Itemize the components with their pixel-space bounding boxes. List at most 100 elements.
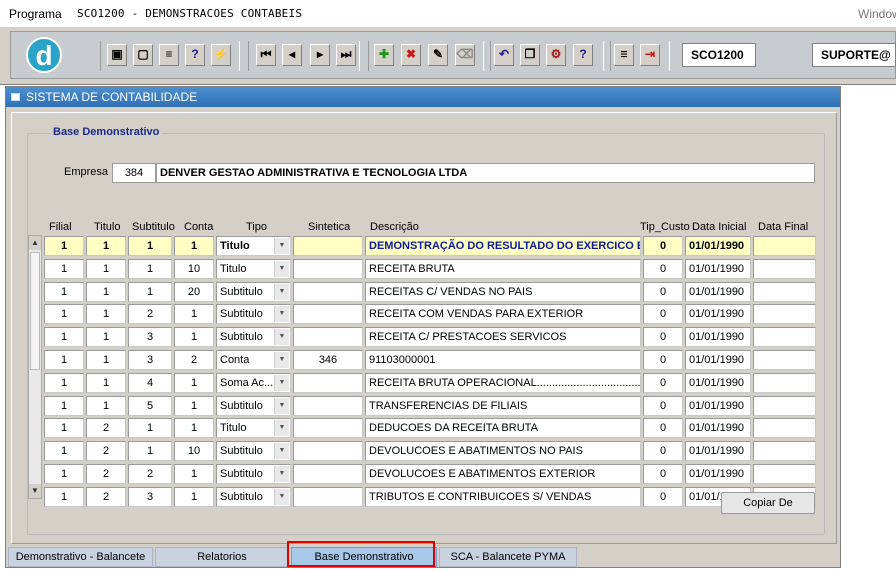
cell-titulo[interactable]: 2 [86, 464, 126, 484]
cell-tip-custo[interactable]: 0 [643, 441, 683, 462]
copiar-de-button[interactable]: Copiar De [721, 492, 815, 514]
cell-conta[interactable]: 1 [174, 236, 214, 256]
cell-descricao[interactable]: DEDUCOES DA RECEITA BRUTA [365, 418, 641, 439]
cell-filial[interactable]: 1 [44, 441, 84, 462]
exit-icon[interactable]: ⇥ [640, 44, 660, 66]
cell-data-final[interactable] [753, 327, 816, 348]
cell-conta[interactable]: 1 [174, 418, 214, 439]
cell-tip-custo[interactable]: 0 [643, 418, 683, 439]
cell-subtitulo[interactable]: 3 [128, 327, 172, 348]
cell-subtitulo[interactable]: 1 [128, 281, 172, 302]
cell-tipo[interactable]: Subtitulo ▼ [216, 304, 291, 325]
cell-data-final[interactable] [753, 304, 816, 325]
cell-subtitulo[interactable]: 4 [128, 372, 172, 393]
cell-data-inicial[interactable]: 01/01/1990 [685, 350, 751, 370]
cell-conta[interactable]: 10 [174, 441, 214, 462]
cell-sintetica[interactable] [293, 372, 363, 393]
cell-titulo[interactable]: 1 [86, 281, 126, 302]
cell-conta[interactable]: 1 [174, 464, 214, 484]
cell-data-final[interactable] [753, 236, 816, 256]
cell-filial[interactable]: 1 [44, 304, 84, 325]
cell-filial[interactable]: 1 [44, 418, 84, 439]
cell-sintetica[interactable]: 346 [293, 350, 363, 370]
cell-titulo[interactable]: 1 [86, 258, 126, 279]
cell-tip-custo[interactable]: 0 [643, 258, 683, 279]
cell-subtitulo[interactable]: 2 [128, 304, 172, 325]
tab-demonstrativo-balancete[interactable]: Demonstrativo - Balancete [8, 547, 153, 567]
execute-icon[interactable]: ⚡ [211, 44, 231, 66]
edit-icon[interactable]: ✎ [428, 44, 448, 66]
cell-tipo[interactable]: Subtitulo ▼ [216, 486, 291, 507]
cell-titulo[interactable]: 1 [86, 304, 126, 325]
cell-data-inicial[interactable]: 01/01/1990 [685, 395, 751, 416]
cell-sintetica[interactable] [293, 395, 363, 416]
cell-tip-custo[interactable]: 0 [643, 236, 683, 256]
cell-descricao[interactable]: RECEITA C/ PRESTACOES SERVICOS [365, 327, 641, 348]
cell-titulo[interactable]: 1 [86, 372, 126, 393]
dropdown-arrow-icon[interactable]: ▼ [274, 466, 289, 482]
cell-data-inicial[interactable]: 01/01/1990 [685, 327, 751, 348]
cell-filial[interactable]: 1 [44, 464, 84, 484]
cell-titulo[interactable]: 1 [86, 236, 126, 256]
cell-tip-custo[interactable]: 0 [643, 372, 683, 393]
cell-titulo[interactable]: 1 [86, 395, 126, 416]
cell-tip-custo[interactable]: 0 [643, 486, 683, 507]
previous-record-icon[interactable]: ◂ [282, 44, 302, 66]
cell-sintetica[interactable] [293, 464, 363, 484]
insert-icon[interactable]: ✚ [374, 44, 394, 66]
cell-titulo[interactable]: 1 [86, 350, 126, 370]
cell-tipo[interactable]: Titulo ▼ [216, 418, 291, 439]
cell-filial[interactable]: 1 [44, 327, 84, 348]
empresa-code-field[interactable]: 384 [112, 163, 156, 183]
cell-conta[interactable]: 1 [174, 486, 214, 507]
cell-conta[interactable]: 10 [174, 258, 214, 279]
cell-tipo[interactable]: Soma Ac... ▼ [216, 372, 291, 393]
cell-tipo[interactable]: Titulo ▼ [216, 258, 291, 279]
dropdown-arrow-icon[interactable]: ▼ [274, 443, 289, 460]
cell-conta[interactable]: 20 [174, 281, 214, 302]
dropdown-arrow-icon[interactable]: ▼ [274, 329, 289, 346]
cell-descricao[interactable]: TRIBUTOS E CONTRIBUICOES S/ VENDAS [365, 486, 641, 507]
cell-descricao[interactable]: RECEITA COM VENDAS PARA EXTERIOR [365, 304, 641, 325]
cell-data-final[interactable] [753, 464, 816, 484]
preview-icon[interactable]: ▢ [133, 44, 153, 66]
dropdown-arrow-icon[interactable]: ▼ [274, 260, 289, 277]
menu-icon[interactable]: ☰ [614, 44, 634, 66]
cell-data-final[interactable] [753, 281, 816, 302]
cell-data-inicial[interactable]: 01/01/1990 [685, 236, 751, 256]
dropdown-arrow-icon[interactable]: ▼ [274, 283, 289, 300]
cell-filial[interactable]: 1 [44, 258, 84, 279]
cell-subtitulo[interactable]: 1 [128, 258, 172, 279]
cell-titulo[interactable]: 1 [86, 327, 126, 348]
cell-descricao[interactable]: RECEITA BRUTA OPERACIONAL...............… [365, 372, 641, 393]
cell-data-final[interactable] [753, 395, 816, 416]
cell-data-inicial[interactable]: 01/01/1990 [685, 464, 751, 484]
cell-tipo[interactable]: Subtitulo ▼ [216, 281, 291, 302]
cell-descricao[interactable]: DEMONSTRAÇÃO DO RESULTADO DO EXERCICO EM [365, 236, 641, 256]
cell-descricao[interactable]: RECEITA BRUTA [365, 258, 641, 279]
cell-subtitulo[interactable]: 3 [128, 486, 172, 507]
cell-tipo[interactable]: Subtitulo ▼ [216, 327, 291, 348]
delete-icon[interactable]: ✖ [401, 44, 421, 66]
cell-conta[interactable]: 1 [174, 327, 214, 348]
copy-icon[interactable]: ❐ [520, 44, 540, 66]
scroll-thumb[interactable] [30, 252, 40, 370]
cell-conta[interactable]: 1 [174, 395, 214, 416]
cell-sintetica[interactable] [293, 281, 363, 302]
cell-sintetica[interactable] [293, 304, 363, 325]
dropdown-arrow-icon[interactable]: ▼ [274, 397, 289, 414]
cell-filial[interactable]: 1 [44, 350, 84, 370]
cell-sintetica[interactable] [293, 236, 363, 256]
cell-tipo[interactable]: Titulo ▼ [216, 236, 291, 256]
cell-tip-custo[interactable]: 0 [643, 464, 683, 484]
cell-conta[interactable]: 2 [174, 350, 214, 370]
cell-filial[interactable]: 1 [44, 486, 84, 507]
cell-tipo[interactable]: Subtitulo ▼ [216, 441, 291, 462]
cell-conta[interactable]: 1 [174, 304, 214, 325]
cell-data-final[interactable] [753, 441, 816, 462]
help-query-icon[interactable]: ? [185, 44, 205, 66]
cell-tipo[interactable]: Subtitulo ▼ [216, 395, 291, 416]
cell-data-inicial[interactable]: 01/01/1990 [685, 441, 751, 462]
cell-sintetica[interactable] [293, 418, 363, 439]
window-menu[interactable]: Window [858, 7, 896, 21]
